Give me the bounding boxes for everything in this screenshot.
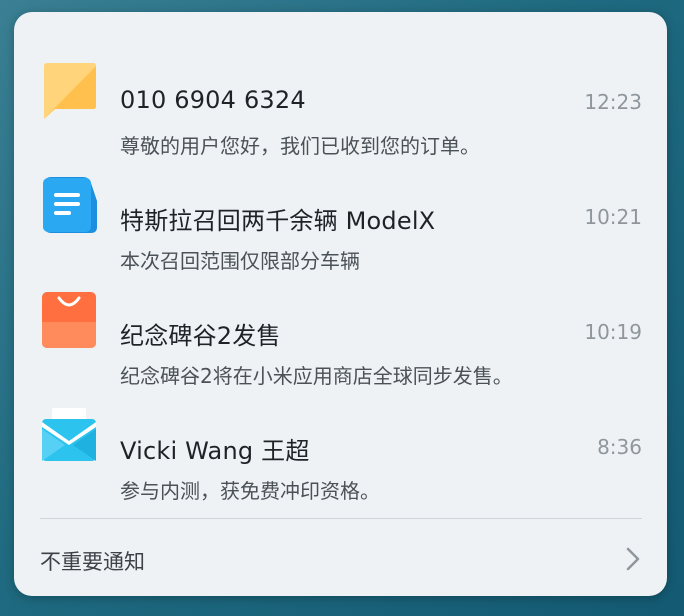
notification-panel: 010 6904 6324 尊敬的用户您好，我们已收到您的订单。 12:23 特… — [14, 12, 667, 596]
notification-time: 10:19 — [584, 320, 642, 344]
mail-icon — [42, 408, 96, 461]
notification-item[interactable]: 纪念碑谷2发售 纪念碑谷2将在小米应用商店全球同步发售。 10:19 — [14, 270, 667, 388]
notification-time: 12:23 — [584, 90, 642, 114]
notification-message: 参与内测，获免费冲印资格。 — [120, 479, 380, 503]
notification-title: Vicki Wang 王超 — [120, 437, 310, 465]
notification-time: 8:36 — [597, 435, 642, 459]
notification-time: 10:21 — [584, 205, 642, 229]
notification-title: 010 6904 6324 — [120, 86, 306, 114]
notification-title: 特斯拉召回两千余辆 ModelX — [120, 207, 436, 235]
message-icon — [44, 63, 96, 119]
shopping-bag-icon — [42, 292, 96, 348]
notification-item[interactable]: 010 6904 6324 尊敬的用户您好，我们已收到您的订单。 12:23 — [14, 40, 667, 158]
chevron-right-icon — [626, 547, 640, 571]
unimportant-notifications-row[interactable]: 不重要通知 — [14, 518, 667, 596]
notification-item[interactable]: Vicki Wang 王超 参与内测，获免费冲印资格。 8:36 — [14, 385, 667, 503]
document-icon — [43, 177, 97, 233]
unimportant-notifications-label: 不重要通知 — [40, 550, 145, 574]
notification-title: 纪念碑谷2发售 — [120, 322, 281, 350]
notification-item[interactable]: 特斯拉召回两千余辆 ModelX 本次召回范围仅限部分车辆 10:21 — [14, 155, 667, 273]
